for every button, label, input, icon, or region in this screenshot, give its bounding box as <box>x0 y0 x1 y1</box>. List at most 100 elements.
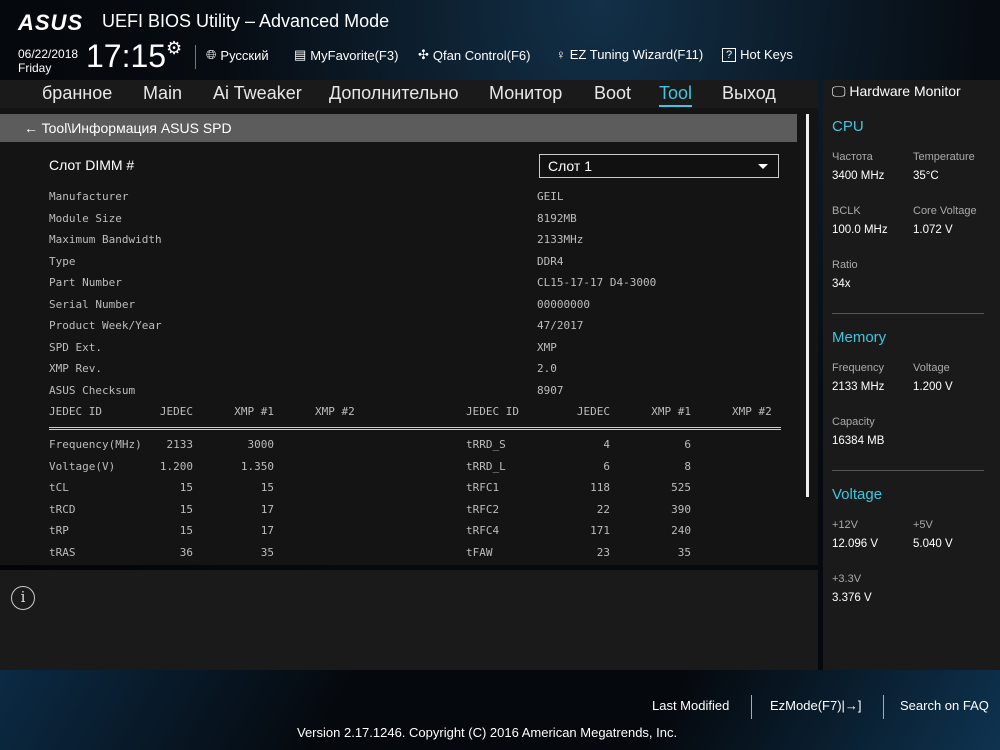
column-header: XMP #1 <box>631 405 691 418</box>
column-header: XMP #2 <box>315 405 355 418</box>
info-label: XMP Rev. <box>49 362 349 375</box>
info-value: 8192MB <box>537 212 577 225</box>
divider <box>832 470 984 471</box>
help-panel <box>0 570 818 670</box>
info-label: ASUS Checksum <box>49 384 349 397</box>
table-cell: 6 <box>550 460 610 473</box>
divider <box>832 313 984 314</box>
table-cell: tRFC4 <box>466 524 499 537</box>
table-cell: 2133 <box>133 438 193 451</box>
scrollbar[interactable] <box>806 114 809 497</box>
table-cell: 4 <box>550 438 610 451</box>
cpu-section-title: CPU <box>832 118 864 135</box>
column-header: JEDEC ID <box>466 405 519 418</box>
label: Hot Keys <box>740 47 793 62</box>
memory-metric-label: Frequency <box>832 362 884 374</box>
memory-metric-value: 16384 MB <box>832 435 884 447</box>
label: Qfan Control(F6) <box>433 48 531 63</box>
tab-ai-tweaker[interactable]: Ai Tweaker <box>213 83 302 104</box>
table-cell: 17 <box>214 503 274 516</box>
qfan-button[interactable]: ✣ Qfan Control(F6) <box>418 47 530 63</box>
table-cell: tRCD <box>49 503 76 516</box>
favorite-list-icon: ▤ <box>294 47 306 63</box>
table-cell: 6 <box>631 438 691 451</box>
divider <box>883 695 884 719</box>
column-header: JEDEC ID <box>49 405 102 418</box>
cpu-metric-value: 100.0 MHz <box>832 224 888 236</box>
search-faq-button[interactable]: Search on FAQ <box>900 698 989 713</box>
globe-icon: 🌐︎ <box>206 47 216 63</box>
table-cell: 35 <box>631 546 691 559</box>
table-cell: tRFC2 <box>466 503 499 516</box>
table-cell: Frequency(MHz) <box>49 438 142 451</box>
info-label: Module Size <box>49 212 349 225</box>
hotkeys-button[interactable]: ? Hot Keys <box>722 47 793 62</box>
table-cell: 1.350 <box>214 460 274 473</box>
voltage-metric-label: +12V <box>832 519 858 531</box>
info-value: XMP <box>537 341 557 354</box>
chevron-down-icon <box>758 164 768 169</box>
last-modified-button[interactable]: Last Modified <box>652 698 729 713</box>
tab-tool[interactable]: Tool <box>659 83 692 107</box>
info-value: CL15-17-17 D4-3000 <box>537 276 656 289</box>
slot-value: Слот 1 <box>548 158 592 174</box>
table-cell: 118 <box>550 481 610 494</box>
tab-boot[interactable]: Boot <box>594 83 631 104</box>
slot-label: Слот DIMM # <box>49 157 134 173</box>
column-header: JEDEC <box>550 405 610 418</box>
breadcrumb-text: Tool\Информация ASUS SPD <box>42 120 232 136</box>
memory-metric-value: 1.200 V <box>913 381 953 393</box>
tab-main[interactable]: Main <box>143 83 182 104</box>
table-cell: 23 <box>550 546 610 559</box>
tab-favorites[interactable]: бранное <box>42 83 112 104</box>
info-label: Serial Number <box>49 298 349 311</box>
date-display: 06/22/2018Friday <box>18 47 78 75</box>
question-icon: ? <box>722 48 736 62</box>
divider <box>751 695 752 719</box>
voltage-section-title: Voltage <box>832 486 882 503</box>
back-arrow-icon[interactable]: ← <box>24 120 38 136</box>
voltage-metric-label: +5V <box>913 519 933 531</box>
info-value: 00000000 <box>537 298 590 311</box>
info-value: 2133MHz <box>537 233 583 246</box>
tab-exit[interactable]: Выход <box>722 83 776 104</box>
info-icon: i <box>11 586 35 610</box>
table-cell: 3000 <box>214 438 274 451</box>
voltage-metric-label: +3.3V <box>832 573 861 585</box>
gear-icon[interactable]: ⚙ <box>166 38 182 59</box>
info-value: DDR4 <box>537 255 564 268</box>
slot-select[interactable]: Слот 1 <box>539 154 779 178</box>
language-button[interactable]: 🌐︎ Русский <box>206 47 269 63</box>
ez-tuning-button[interactable]: ♀EZ Tuning Wizard(F11) <box>556 47 703 62</box>
cpu-metric-value: 1.072 V <box>913 224 953 236</box>
cpu-metric-label: Частота <box>832 151 873 163</box>
memory-section-title: Memory <box>832 329 886 346</box>
date: 06/22/2018 <box>18 47 78 61</box>
fan-icon: ✣ <box>418 47 429 63</box>
table-cell: 17 <box>214 524 274 537</box>
breadcrumb[interactable]: ← Tool\Информация ASUS SPD <box>0 114 797 142</box>
monitor-icon: 🖵︎ <box>832 83 846 99</box>
table-cell: 35 <box>214 546 274 559</box>
label: Русский <box>220 48 268 63</box>
memory-metric-label: Capacity <box>832 416 875 428</box>
ezmode-button[interactable]: EzMode(F7)|→] <box>770 698 862 713</box>
asus-logo: ASUS <box>18 10 83 36</box>
tab-advanced[interactable]: Дополнительно <box>329 83 459 104</box>
version-text: Version 2.17.1246. Copyright (C) 2016 Am… <box>297 725 677 740</box>
myfavorite-button[interactable]: ▤MyFavorite(F3) <box>294 47 398 63</box>
info-label: SPD Ext. <box>49 341 349 354</box>
table-cell: tFAW <box>466 546 493 559</box>
table-cell: 390 <box>631 503 691 516</box>
table-cell: 1.200 <box>133 460 193 473</box>
table-cell: 15 <box>214 481 274 494</box>
day: Friday <box>18 61 78 75</box>
table-cell: tRAS <box>49 546 76 559</box>
table-cell: 240 <box>631 524 691 537</box>
table-cell: tRP <box>49 524 69 537</box>
cpu-metric-value: 3400 MHz <box>832 170 884 182</box>
column-header: XMP #2 <box>732 405 772 418</box>
voltage-metric-value: 12.096 V <box>832 538 878 550</box>
table-divider <box>49 427 781 430</box>
tab-monitor[interactable]: Монитор <box>489 83 562 104</box>
